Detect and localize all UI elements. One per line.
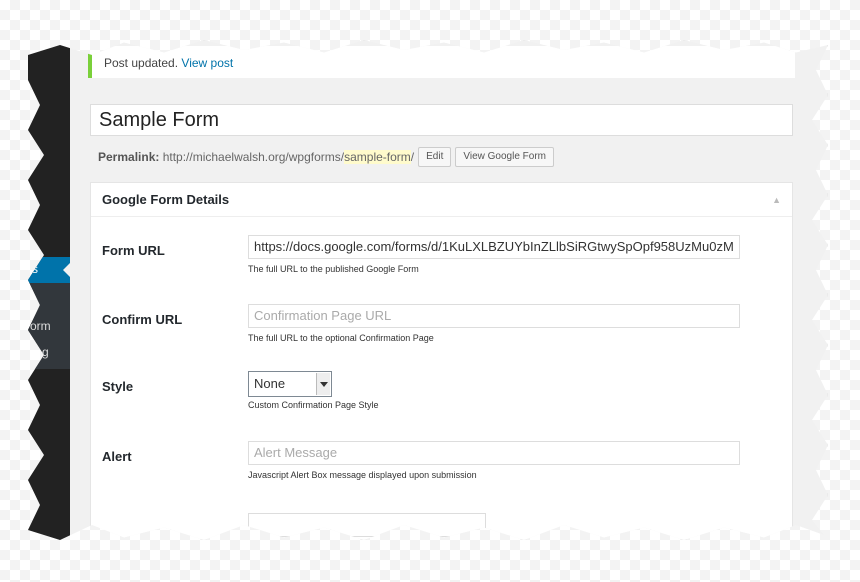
permalink-row: Permalink: http://michaelwalsh.org/wpgfo…	[98, 146, 555, 168]
style-select[interactable]: None	[248, 371, 332, 397]
permalink-base: http://michaelwalsh.org/wpgforms/	[162, 150, 345, 164]
permalink-slug[interactable]: sample-form	[344, 150, 411, 164]
metabox-title: Google Form Details	[102, 192, 230, 207]
alert-description: Javascript Alert Box message displayed u…	[248, 470, 477, 480]
notice-text: Post updated.	[104, 56, 179, 70]
sidebar-submenu-item[interactable]: g	[42, 345, 49, 359]
confirm-url-label: Confirm URL	[102, 312, 183, 327]
admin-sidebar: s orm g	[28, 40, 70, 540]
edit-permalink-button[interactable]: Edit	[418, 147, 452, 167]
partial-next-input[interactable]	[248, 513, 486, 537]
sidebar-submenu-item[interactable]: orm	[30, 319, 51, 333]
form-url-description: The full URL to the published Google For…	[248, 264, 419, 274]
style-label: Style	[102, 379, 134, 394]
alert-label: Alert	[102, 449, 132, 464]
metabox-header[interactable]: Google Form Details ▲	[91, 183, 792, 217]
chevron-down-icon[interactable]	[316, 373, 330, 395]
sidebar-active-label: s	[32, 262, 38, 276]
style-description: Custom Confirmation Page Style	[248, 400, 379, 410]
google-form-details-metabox: Google Form Details ▲ Form URL https://d…	[90, 182, 793, 540]
screenshot-paper: s orm g Post updated. View post Sample F…	[28, 40, 828, 540]
post-title-input[interactable]: Sample Form	[90, 104, 793, 136]
view-google-form-button[interactable]: View Google Form	[455, 147, 555, 167]
form-url-label: Form URL	[102, 243, 165, 258]
active-arrow-icon	[63, 263, 70, 277]
alert-input[interactable]: Alert Message	[248, 441, 740, 465]
view-post-link[interactable]: View post	[181, 56, 233, 70]
permalink-label: Permalink:	[98, 150, 160, 164]
sidebar-submenu: orm g	[28, 283, 70, 369]
sidebar-active-item[interactable]: s	[28, 257, 70, 283]
update-notice: Post updated. View post	[88, 46, 795, 78]
confirm-url-description: The full URL to the optional Confirmatio…	[248, 333, 434, 343]
form-url-input[interactable]: https://docs.google.com/forms/d/1KuLXLBZ…	[248, 235, 740, 259]
permalink-suffix: /	[410, 150, 415, 164]
style-selected-value: None	[254, 376, 286, 391]
confirm-url-input[interactable]: Confirmation Page URL	[248, 304, 740, 328]
triangle-up-icon[interactable]: ▲	[772, 195, 781, 205]
